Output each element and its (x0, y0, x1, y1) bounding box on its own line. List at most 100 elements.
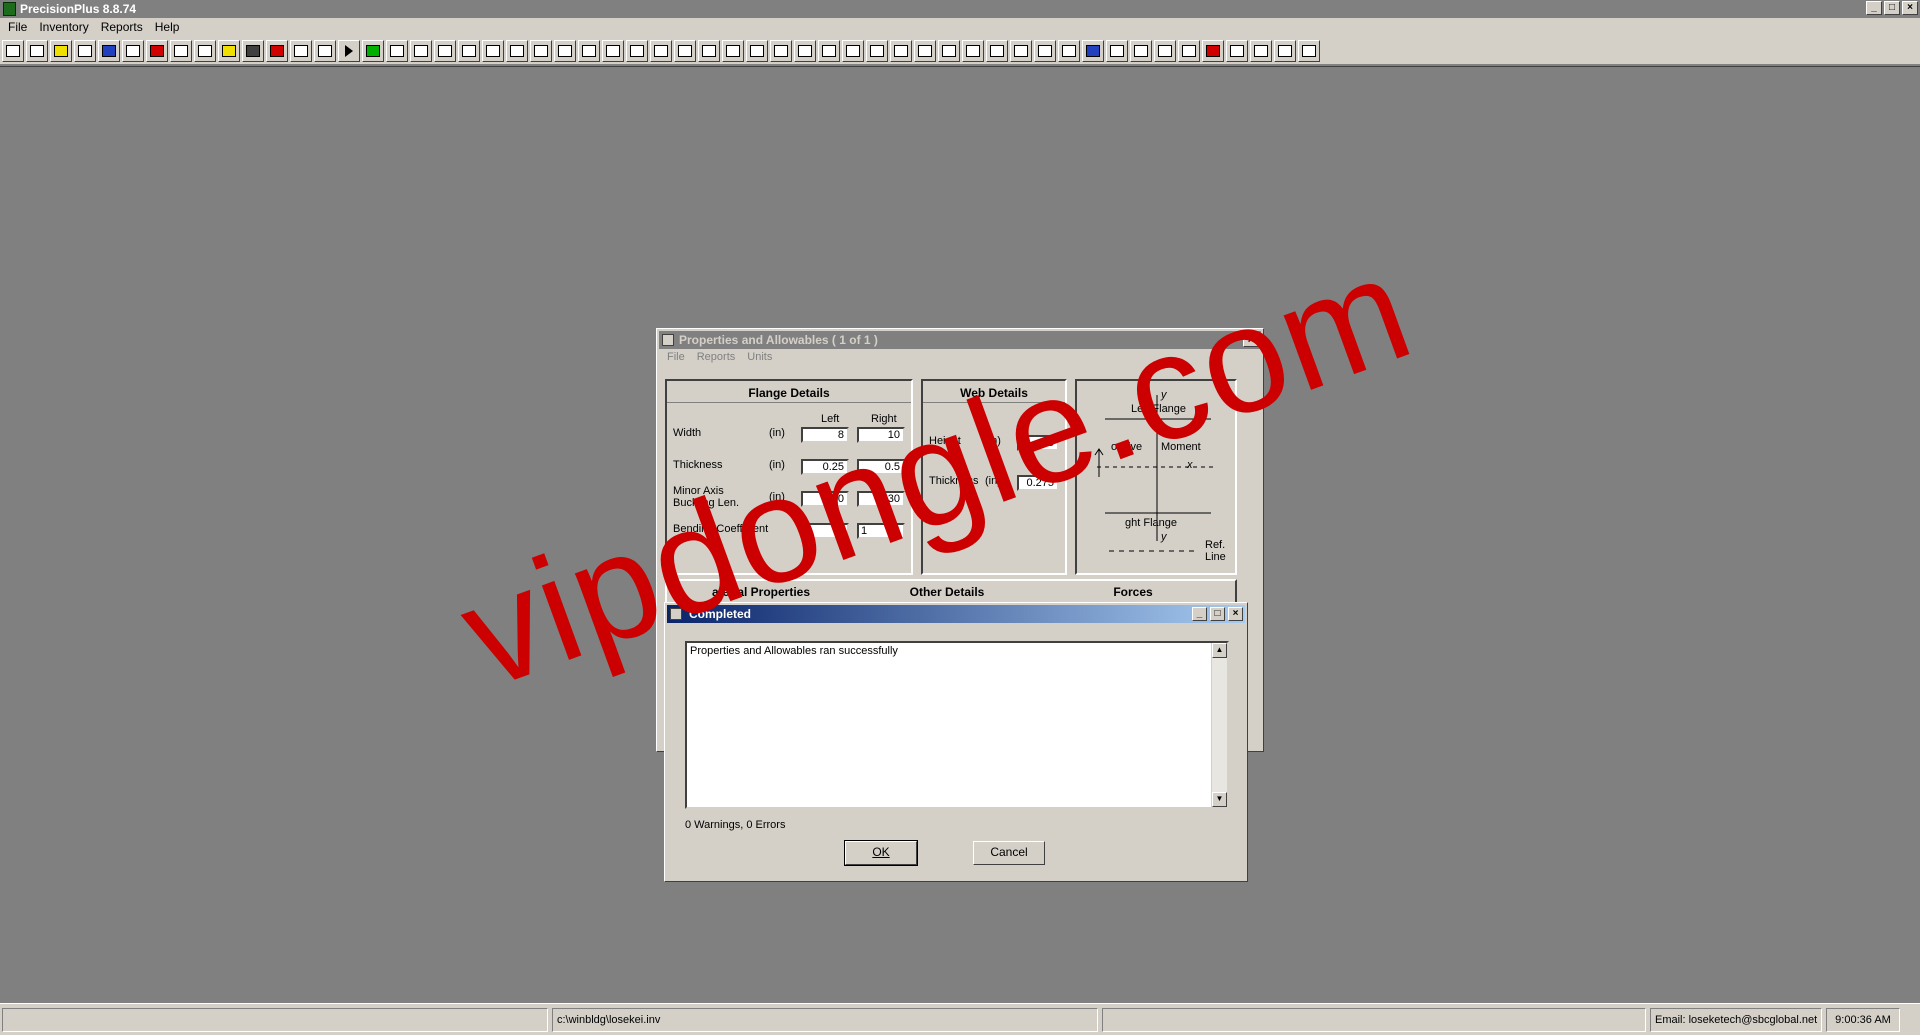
menu-reports[interactable]: Reports (95, 18, 149, 37)
menu-inventory[interactable]: Inventory (33, 18, 94, 37)
toolbar-weld-button[interactable] (722, 39, 744, 62)
cancel-button[interactable]: Cancel (973, 841, 1045, 865)
properties-menu-units[interactable]: Units (741, 351, 778, 367)
web-thickness-input[interactable]: 0.275 (1017, 475, 1059, 491)
minimize-button[interactable]: _ (1866, 1, 1882, 15)
new-icon (6, 44, 20, 57)
toolbar-open-button[interactable] (26, 39, 48, 62)
flange-thickness-right-input[interactable]: 0.5 (857, 459, 905, 475)
toolbar-truss-button[interactable] (482, 39, 504, 62)
toolbar-chart-button[interactable] (218, 39, 240, 62)
web-height-input[interactable]: 15 (1017, 435, 1059, 451)
panel-icon (990, 44, 1004, 57)
minor-axis-label: Minor Axis (673, 485, 724, 497)
green-grid-icon (366, 44, 380, 57)
toolbar-beam-button[interactable] (410, 39, 432, 62)
toolbar-slope-button[interactable] (746, 39, 768, 62)
buckling-len-left-input[interactable]: 30 (801, 491, 849, 507)
properties-menu-reports[interactable]: Reports (691, 351, 742, 367)
toolbar-red-block-button[interactable] (1202, 39, 1224, 62)
message-scrollbar[interactable]: ▲ ▼ (1211, 643, 1227, 807)
toolbar-bracket-button[interactable] (698, 39, 720, 62)
flange-thickness-left-input[interactable]: 0.25 (801, 459, 849, 475)
toolbar-hinge-button[interactable] (1154, 39, 1176, 62)
diagram-right-flange: ght Flange (1125, 517, 1177, 529)
bending-coefficient-left-input[interactable]: 1. (801, 523, 849, 539)
toolbar-window-button[interactable] (962, 39, 984, 62)
toolbar-props-button[interactable] (122, 39, 144, 62)
flange-width-right-input[interactable]: 10 (857, 427, 905, 443)
bending-coefficient-right-input[interactable]: 1 (857, 523, 905, 539)
toolbar-run-button[interactable] (338, 39, 360, 62)
slope-icon (750, 44, 764, 57)
toolbar-grid2-button[interactable] (1298, 39, 1320, 62)
toolbar-house-button[interactable] (1250, 39, 1272, 62)
beam-icon (414, 44, 428, 57)
toolbar-book2-button[interactable] (194, 39, 216, 62)
maximize-button[interactable]: □ (1884, 1, 1900, 15)
toolbar-table-button[interactable] (290, 39, 312, 62)
tab-other-details[interactable]: Other Details (887, 585, 1007, 599)
toolbar-cube-button[interactable] (1226, 39, 1248, 62)
flange-width-left-input[interactable]: 8 (801, 427, 849, 443)
toolbar-hook-button[interactable] (866, 39, 888, 62)
buckling-len-right-input[interactable]: 30 (857, 491, 905, 507)
toolbar-columns-button[interactable] (458, 39, 480, 62)
toolbar-frame-button[interactable] (506, 39, 528, 62)
message-textarea[interactable]: Properties and Allowables ran successful… (685, 641, 1229, 809)
properties-menu-file[interactable]: File (661, 351, 691, 367)
ok-button[interactable]: OK (844, 840, 918, 866)
toolbar-save-button[interactable] (98, 39, 120, 62)
toolbar-building-button[interactable] (1274, 39, 1296, 62)
toolbar-arch2-button[interactable] (1106, 39, 1128, 62)
properties-close-button[interactable]: × (1243, 333, 1259, 347)
toolbar-cancel-button[interactable] (266, 39, 288, 62)
completed-close-button[interactable]: × (1228, 607, 1243, 621)
toolbar-panel-button[interactable] (986, 39, 1008, 62)
toolbar-seat-button[interactable] (1130, 39, 1152, 62)
menu-file[interactable]: File (2, 18, 33, 37)
house-icon (1254, 44, 1268, 57)
toolbar-rafter-button[interactable] (818, 39, 840, 62)
completed-maximize-button[interactable]: □ (1210, 607, 1225, 621)
web-details-group: Web Details Height (in) 15 Thickness (in… (921, 379, 1067, 575)
toolbar-grid-button[interactable] (74, 39, 96, 62)
tab-forces[interactable]: Forces (1073, 585, 1193, 599)
scroll-down-arrow-icon[interactable]: ▼ (1212, 792, 1227, 807)
flange-width-label: Width (673, 427, 702, 439)
toolbar-profile-button[interactable] (434, 39, 456, 62)
toolbar-cross-button[interactable] (770, 39, 792, 62)
scroll-up-arrow-icon[interactable]: ▲ (1212, 643, 1227, 658)
toolbar-connector-button[interactable] (602, 39, 624, 62)
properties-dialog-title: Properties and Allowables ( 1 of 1 ) (679, 333, 878, 347)
toolbar-tree-button[interactable] (314, 39, 336, 62)
tab-material-properties[interactable]: aterial Properties (701, 585, 821, 599)
toolbar-eye-button[interactable] (1082, 39, 1104, 62)
toolbar-list-button[interactable] (386, 39, 408, 62)
menu-help[interactable]: Help (149, 18, 186, 37)
toolbar-box-button[interactable] (938, 39, 960, 62)
toolbar-door-button[interactable] (1010, 39, 1032, 62)
toolbar-angle-button[interactable] (578, 39, 600, 62)
open-icon (30, 44, 44, 57)
toolbar-split-button[interactable] (650, 39, 672, 62)
toolbar-columns2-button[interactable] (1034, 39, 1056, 62)
toolbar-wall-button[interactable] (530, 39, 552, 62)
toolbar-plate-button[interactable] (674, 39, 696, 62)
toolbar-target-button[interactable] (794, 39, 816, 62)
toolbar-gable-button[interactable] (626, 39, 648, 62)
toolbar-stop-button[interactable] (146, 39, 168, 62)
toolbar-flags-button[interactable] (1058, 39, 1080, 62)
toolbar-new-button[interactable] (2, 39, 24, 62)
toolbar-web-button[interactable] (914, 39, 936, 62)
toolbar-curve-button[interactable] (890, 39, 912, 62)
completed-minimize-button[interactable]: _ (1192, 607, 1207, 621)
close-button[interactable]: × (1902, 1, 1918, 15)
toolbar-green-grid-button[interactable] (362, 39, 384, 62)
toolbar-arch-button[interactable] (842, 39, 864, 62)
toolbar-roof-button[interactable] (1178, 39, 1200, 62)
toolbar-book-button[interactable] (170, 39, 192, 62)
toolbar-stair-button[interactable] (554, 39, 576, 62)
toolbar-folder-button[interactable] (50, 39, 72, 62)
toolbar-eraser-button[interactable] (242, 39, 264, 62)
